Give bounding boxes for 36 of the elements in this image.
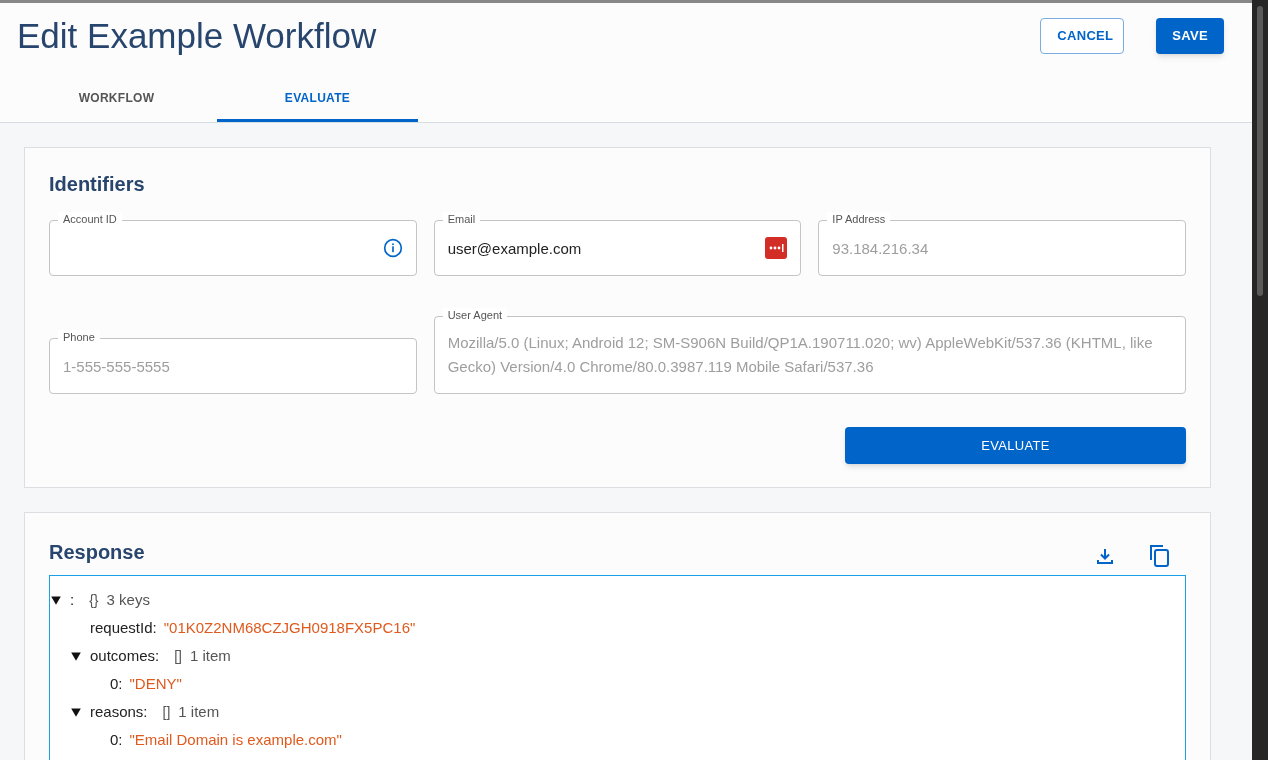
item-count: 3 keys [106, 589, 150, 610]
bracket-icon: [] [162, 701, 171, 723]
json-string-value: "01K0Z2NM68CZJGH0918FX5PC16" [163, 617, 416, 638]
scrollbar-thumb[interactable] [1257, 6, 1263, 296]
item-count: 1 item [190, 645, 231, 666]
json-key: requestId: [90, 616, 157, 640]
json-key: reasons: [90, 700, 148, 724]
page-title: Edit Example Workflow [17, 15, 377, 57]
field-label: Account ID [58, 212, 122, 226]
toggle-triangle-icon[interactable] [50, 594, 62, 606]
password-manager-icon[interactable] [765, 237, 788, 259]
tab[interactable]: EVALUATE [217, 76, 418, 122]
json-string-value: "Email Domain is example.com" [129, 729, 342, 750]
bracket-icon: [] [174, 645, 182, 667]
field-label: IP Address [827, 212, 891, 226]
field-label: Phone [58, 330, 100, 344]
section-title: Identifiers [49, 172, 146, 196]
tab[interactable]: WORKFLOW [16, 76, 217, 122]
download-icon[interactable] [1096, 547, 1114, 565]
info-icon[interactable] [382, 238, 403, 258]
toggle-triangle-icon[interactable] [70, 650, 82, 662]
save-button[interactable]: SAVE [1156, 18, 1224, 54]
item-count: 1 item [178, 701, 220, 722]
copy-icon[interactable] [1150, 545, 1170, 567]
json-string-value: "DENY" [129, 673, 182, 694]
field-label: User Agent [442, 308, 508, 322]
toggle-triangle-icon[interactable] [70, 706, 82, 718]
json-key: outcomes: [90, 644, 160, 668]
json-key: : [70, 588, 75, 612]
field-label: Email [442, 212, 481, 226]
cancel-button[interactable]: CANCEL [1040, 18, 1125, 54]
json-key: 0: [110, 728, 123, 752]
evaluate-button[interactable]: EVALUATE [845, 427, 1186, 464]
json-key: 0: [110, 672, 123, 696]
bracket-icon: {} [89, 589, 99, 611]
section-title: Response [49, 540, 145, 564]
